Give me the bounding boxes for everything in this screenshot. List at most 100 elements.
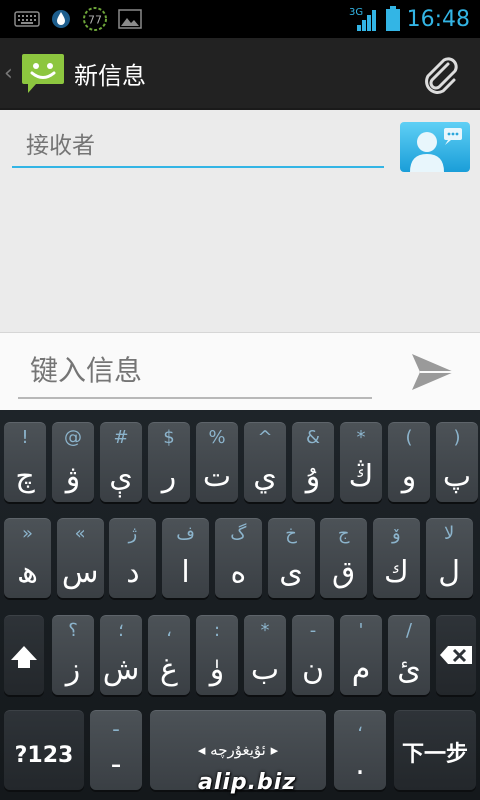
- key-row3-6[interactable]: ' م: [340, 615, 382, 695]
- key-hint: ۆ: [392, 523, 401, 544]
- key-label: د: [126, 555, 140, 590]
- space-language-label: ◂ ئۇيغۇرچە ▸: [197, 741, 279, 759]
- key-label: ت: [202, 459, 232, 494]
- backspace-icon: [440, 646, 472, 664]
- next-key[interactable]: 下一步: [394, 710, 476, 790]
- messaging-app-icon[interactable]: [20, 50, 66, 96]
- key-row2-8[interactable]: لا ل: [425, 518, 473, 598]
- key-row1-6[interactable]: & ۇ: [292, 422, 334, 502]
- symbols-key[interactable]: ?123: [4, 710, 84, 790]
- shift-key[interactable]: [4, 615, 44, 695]
- key-hint: *: [356, 427, 366, 448]
- comma-key[interactable]: ـ-: [90, 710, 142, 790]
- key-label: ۋ: [65, 459, 81, 494]
- droplet-icon: [50, 8, 72, 30]
- compose-field-container: [18, 347, 372, 399]
- key-label: ا: [181, 555, 190, 590]
- paperclip-icon: [425, 57, 458, 94]
- key-label: ڭ: [348, 459, 374, 494]
- key-hint: گ: [230, 523, 247, 544]
- key-label: ر: [161, 459, 177, 494]
- key-label: ئ: [397, 652, 421, 687]
- attach-button[interactable]: [418, 52, 462, 96]
- key-hint: ): [453, 427, 461, 448]
- key-label: ب: [250, 652, 280, 687]
- key-label: ل: [438, 555, 460, 590]
- action-bar: ‹ 新信息: [0, 38, 480, 110]
- key-hint: ،: [166, 620, 172, 641]
- key-label: ز: [65, 652, 81, 687]
- keyboard-icon: [14, 11, 40, 27]
- language-name: ئۇيغۇرچە: [210, 741, 266, 759]
- send-button[interactable]: [404, 347, 460, 397]
- key-row2-5[interactable]: خى: [267, 518, 315, 598]
- add-contact-button[interactable]: [400, 122, 470, 172]
- page-title: 新信息: [74, 61, 146, 90]
- key-hint: -: [309, 620, 317, 641]
- key-row1-2[interactable]: # ې: [100, 422, 142, 502]
- key-label: غ: [160, 652, 178, 687]
- key-row1-4[interactable]: % ت: [196, 422, 238, 502]
- key-hint: !: [21, 427, 29, 448]
- key-hint: ؟: [68, 620, 78, 641]
- key-hint: ـ: [113, 715, 119, 736]
- key-row3-4[interactable]: * ب: [244, 615, 286, 695]
- key-hint: ': [358, 620, 364, 641]
- key-label: ۈ: [209, 652, 225, 687]
- key-hint: (: [405, 427, 413, 448]
- back-button[interactable]: ‹: [4, 61, 16, 86]
- key-hint: @: [64, 427, 82, 448]
- key-row1-0[interactable]: ! چ: [4, 422, 46, 502]
- key-row3-7[interactable]: / ئ: [388, 615, 430, 695]
- signal-icon: 3G: [349, 5, 379, 33]
- key-row1-9[interactable]: ) پ: [436, 422, 478, 502]
- compose-bar: [0, 332, 480, 410]
- key-hint: لا: [443, 523, 455, 544]
- soft-keyboard: ! چ @ ۋ # ې $ ر% ت ^ ي & ۇ * ڭ(و) پ» ھ «س ژ د ف ا گ ە خ ى ج ق ۆ ك لا ل ؟…: [0, 410, 480, 800]
- badge-count: 77: [88, 14, 102, 27]
- key-row2-3[interactable]: فا: [162, 518, 210, 598]
- status-bar: 77 3G 16:48: [0, 0, 480, 38]
- key-row2-4[interactable]: گە: [214, 518, 262, 598]
- shift-icon: [11, 646, 37, 668]
- key-row3-1[interactable]: ؛ ش: [100, 615, 142, 695]
- key-hint: «: [74, 523, 86, 544]
- key-row3-2[interactable]: ، غ: [148, 615, 190, 695]
- key-hint: $: [163, 427, 175, 448]
- key-hint: »: [21, 523, 33, 544]
- key-row2-0[interactable]: » ھ: [4, 518, 51, 598]
- battery-icon: [385, 6, 401, 32]
- key-row1-1[interactable]: @ ۋ: [52, 422, 94, 502]
- key-label: پ: [442, 459, 472, 494]
- badge-icon: 77: [82, 6, 108, 32]
- key-label: م: [351, 652, 371, 687]
- clock-time: 16:48: [406, 6, 470, 32]
- key-row1-3[interactable]: $ ر: [148, 422, 190, 502]
- key-label: ھ: [17, 555, 38, 590]
- key-row1-8[interactable]: (و: [388, 422, 430, 502]
- key-row3-0[interactable]: ؟ ز: [52, 615, 94, 695]
- key-row2-6[interactable]: جق: [320, 518, 368, 598]
- key-hint: ژ: [128, 523, 138, 544]
- key-label: ق: [332, 555, 356, 590]
- key-row1-7[interactable]: * ڭ: [340, 422, 382, 502]
- key-row2-7[interactable]: ۆك: [372, 518, 420, 598]
- key-label: ە: [230, 555, 247, 590]
- key-label: ۇ: [305, 459, 321, 494]
- key-hint: *: [260, 620, 270, 641]
- key-hint: ج: [337, 523, 350, 544]
- watermark-text: alip.biz: [198, 770, 297, 795]
- key-row3-5[interactable]: -ن: [292, 615, 334, 695]
- recipient-input[interactable]: [12, 128, 384, 164]
- key-row1-5[interactable]: ^ ي: [244, 422, 286, 502]
- contact-icon: [410, 128, 462, 172]
- message-input[interactable]: [18, 347, 372, 393]
- key-row2-1[interactable]: «س: [56, 518, 104, 598]
- key-row3-3[interactable]: :ۈ: [196, 615, 238, 695]
- delete-key[interactable]: [436, 615, 476, 695]
- key-hint: ف: [176, 523, 195, 544]
- period-key[interactable]: ،.: [334, 710, 386, 790]
- key-hint: &: [305, 427, 321, 448]
- key-row2-2[interactable]: ژد: [109, 518, 157, 598]
- key-hint: /: [405, 620, 413, 641]
